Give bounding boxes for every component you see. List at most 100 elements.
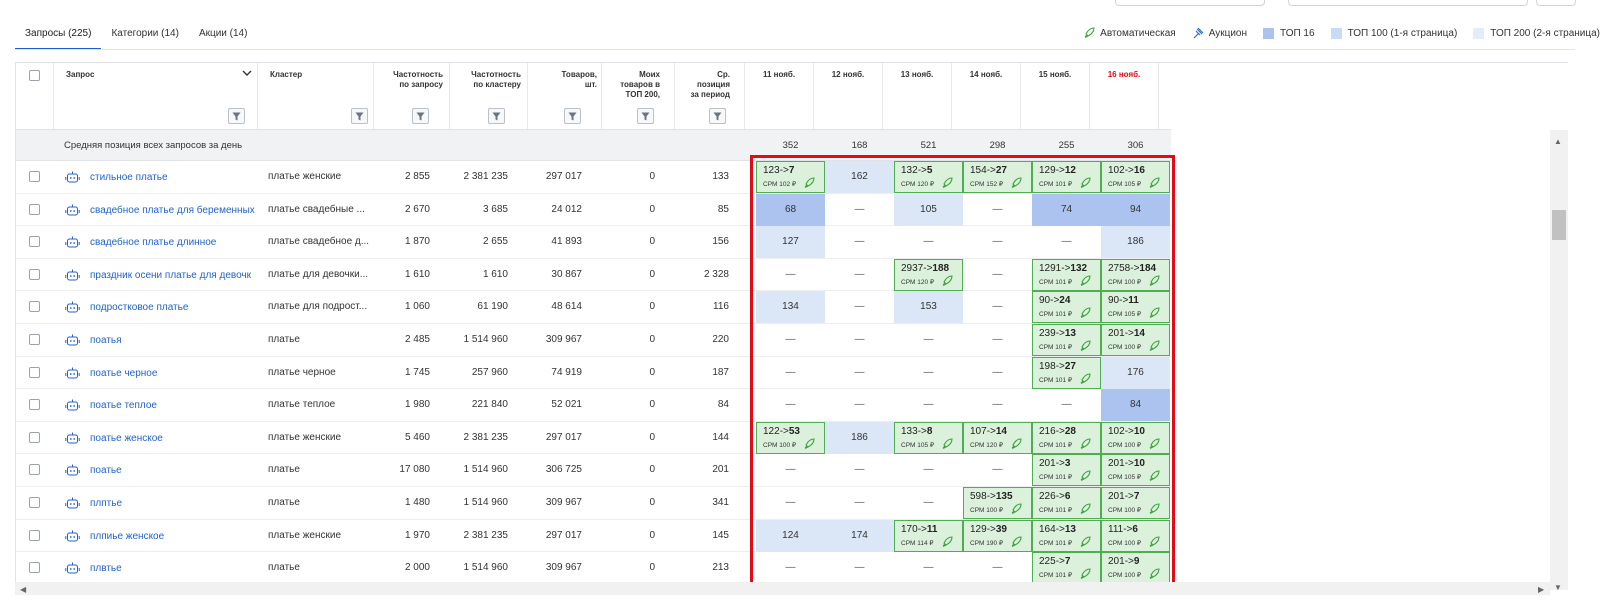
top-dropdown-left[interactable] [1115, 0, 1265, 6]
position-cell[interactable]: — [963, 259, 1032, 291]
position-change-cell[interactable]: 90->24 CPM 101 ₽ [1032, 291, 1101, 324]
horizontal-scrollbar[interactable] [15, 582, 1550, 595]
query-link[interactable]: стильное платье [90, 172, 265, 183]
position-change-cell[interactable]: 102->16 CPM 105 ₽ [1101, 161, 1170, 193]
row-checkbox[interactable] [29, 366, 40, 378]
position-cell[interactable]: — [963, 389, 1032, 421]
position-cell[interactable]: — [894, 454, 963, 486]
position-cell[interactable]: — [825, 194, 894, 226]
select-all-checkbox[interactable] [29, 70, 40, 81]
top-dropdown-right[interactable] [1288, 0, 1528, 6]
row-checkbox[interactable] [29, 236, 40, 248]
position-cell[interactable]: — [1032, 389, 1101, 421]
position-change-cell[interactable]: 201->9 CPM 100 ₽ [1101, 552, 1170, 582]
position-cell[interactable]: — [963, 357, 1032, 389]
position-change-cell[interactable]: 122->53 CPM 100 ₽ [756, 421, 825, 454]
position-cell[interactable]: 174 [825, 519, 894, 552]
vertical-scrollbar[interactable] [1550, 130, 1568, 590]
filter-cluster-button[interactable] [351, 108, 368, 124]
position-change-cell[interactable]: 102->10 CPM 100 ₽ [1101, 421, 1170, 454]
query-link[interactable]: поатье [90, 465, 265, 476]
position-change-cell[interactable]: 129->12 CPM 101 ₽ [1032, 161, 1101, 193]
position-change-cell[interactable]: 129->39 CPM 190 ₽ [963, 519, 1032, 552]
position-cell[interactable]: 124 [756, 519, 825, 552]
position-cell[interactable]: — [825, 454, 894, 486]
row-checkbox[interactable] [29, 171, 40, 182]
position-cell[interactable]: 127 [756, 226, 825, 259]
query-link[interactable]: подростковое платье [90, 302, 265, 313]
position-cell[interactable]: — [1032, 226, 1101, 258]
filter-my-top200-button[interactable] [637, 108, 654, 124]
position-change-cell[interactable]: 201->3 CPM 101 ₽ [1032, 454, 1101, 487]
row-checkbox[interactable] [29, 529, 40, 541]
row-checkbox[interactable] [29, 301, 40, 313]
position-cell[interactable]: — [963, 324, 1032, 356]
position-cell[interactable]: 84 [1101, 389, 1170, 422]
position-change-cell[interactable]: 170->11 CPM 114 ₽ [894, 519, 963, 552]
row-checkbox[interactable] [29, 334, 40, 345]
query-link[interactable]: поатье женское [90, 433, 265, 444]
position-cell[interactable]: — [756, 259, 825, 291]
position-change-cell[interactable]: 111->6 CPM 100 ₽ [1101, 519, 1170, 552]
query-link[interactable]: плвтье [90, 563, 265, 574]
position-cell[interactable]: 94 [1101, 193, 1170, 226]
position-change-cell[interactable]: 132->5 CPM 120 ₽ [894, 161, 963, 193]
position-change-cell[interactable]: 226->6 CPM 101 ₽ [1032, 487, 1101, 519]
position-cell[interactable]: — [825, 357, 894, 389]
query-link[interactable]: свадебное платье длинное [90, 237, 265, 248]
position-cell[interactable]: — [825, 226, 894, 258]
position-change-cell[interactable]: 123->7 CPM 102 ₽ [756, 161, 825, 193]
position-cell[interactable]: 176 [1101, 356, 1170, 389]
row-checkbox[interactable] [29, 562, 40, 574]
position-change-cell[interactable]: 225->7 CPM 101 ₽ [1032, 552, 1101, 582]
position-cell[interactable]: — [963, 552, 1032, 582]
row-checkbox[interactable] [29, 268, 40, 280]
position-cell[interactable]: — [756, 454, 825, 486]
position-change-cell[interactable]: 90->11 CPM 105 ₽ [1101, 291, 1170, 324]
position-change-cell[interactable]: 107->14 CPM 120 ₽ [963, 421, 1032, 454]
query-link[interactable]: праздник осени платье для девочк [90, 270, 265, 281]
row-checkbox[interactable] [29, 464, 40, 476]
position-cell[interactable]: — [825, 487, 894, 519]
query-link[interactable]: поатья [90, 335, 265, 346]
position-cell[interactable]: — [894, 552, 963, 582]
position-cell[interactable]: — [894, 487, 963, 519]
tab-promotions[interactable]: Акции (14) [189, 24, 258, 50]
row-checkbox[interactable] [29, 431, 40, 443]
position-change-cell[interactable]: 1291->132 CPM 101 ₽ [1032, 258, 1101, 291]
position-cell[interactable]: — [963, 226, 1032, 258]
position-change-cell[interactable]: 598->135 CPM 100 ₽ [963, 487, 1032, 519]
scroll-down-arrow-icon[interactable]: ▼ [1554, 583, 1562, 592]
position-cell[interactable]: — [756, 552, 825, 582]
filter-freq-cluster-button[interactable] [488, 108, 505, 124]
query-link[interactable]: свадебное платье для беременных [90, 205, 265, 216]
tab-categories[interactable]: Категории (14) [101, 24, 188, 50]
position-cell[interactable]: — [825, 324, 894, 356]
position-change-cell[interactable]: 201->7 CPM 100 ₽ [1101, 487, 1170, 519]
position-cell[interactable]: — [894, 389, 963, 421]
position-cell[interactable]: — [825, 552, 894, 582]
position-cell[interactable]: — [894, 324, 963, 356]
position-change-cell[interactable]: 2937->188 CPM 120 ₽ [894, 258, 963, 291]
position-cell[interactable]: — [756, 357, 825, 389]
position-cell[interactable]: — [963, 291, 1032, 323]
position-cell[interactable]: 162 [825, 161, 894, 193]
position-change-cell[interactable]: 133->8 CPM 105 ₽ [894, 421, 963, 454]
position-cell[interactable]: 105 [894, 193, 963, 226]
filter-query-button[interactable] [228, 108, 245, 124]
position-cell[interactable]: 186 [825, 421, 894, 454]
position-cell[interactable]: — [825, 291, 894, 323]
position-cell[interactable]: — [894, 226, 963, 258]
row-checkbox[interactable] [29, 497, 40, 508]
position-change-cell[interactable]: 239->13 CPM 101 ₽ [1032, 324, 1101, 356]
position-change-cell[interactable]: 2758->184 CPM 100 ₽ [1101, 258, 1170, 291]
position-cell[interactable]: — [756, 324, 825, 356]
position-cell[interactable]: — [825, 259, 894, 291]
filter-goods-button[interactable] [564, 108, 581, 124]
position-cell[interactable]: 186 [1101, 226, 1170, 259]
filter-avg-pos-button[interactable] [709, 108, 726, 124]
position-cell[interactable]: 74 [1032, 193, 1101, 226]
query-link[interactable]: поатье теплое [90, 400, 265, 411]
tab-queries[interactable]: Запросы (225) [15, 24, 102, 50]
position-cell[interactable]: 134 [756, 291, 825, 324]
